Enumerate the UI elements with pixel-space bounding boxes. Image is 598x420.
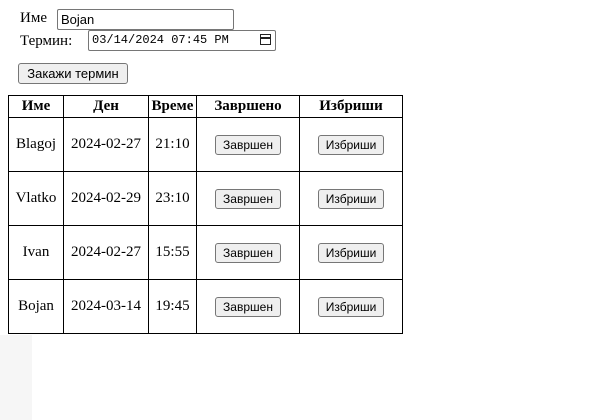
delete-button[interactable]: Избриши <box>317 134 385 155</box>
delete-button[interactable]: Избриши <box>317 242 385 263</box>
cell-time: 19:45 <box>148 279 197 334</box>
done-button[interactable]: Завршен <box>215 242 281 263</box>
table-row: Vlatko 2024-02-29 23:10 Завршен Избриши <box>8 171 403 226</box>
cell-day: 2024-02-29 <box>63 171 149 226</box>
cell-name: Ivan <box>8 225 64 280</box>
cell-delete: Избриши <box>299 225 403 280</box>
term-datetime-input[interactable]: 03/14/2024 07:45 PM <box>88 30 276 51</box>
cell-name: Bojan <box>8 279 64 334</box>
header-done: Завршено <box>196 95 300 118</box>
table-row: Bojan 2024-03-14 19:45 Завршен Избриши <box>8 279 403 334</box>
cell-done: Завршен <box>196 171 300 226</box>
done-button[interactable]: Завршен <box>215 188 281 209</box>
table-row: Blagoj 2024-02-27 21:10 Завршен Избриши <box>8 117 403 172</box>
cell-day: 2024-02-27 <box>63 117 149 172</box>
background-panel <box>0 335 32 420</box>
name-label: Име <box>20 10 47 26</box>
header-day: Ден <box>63 95 149 118</box>
term-value: 03/14/2024 07:45 PM <box>92 33 229 47</box>
cell-name: Vlatko <box>8 171 64 226</box>
cell-time: 23:10 <box>148 171 197 226</box>
cell-name: Blagoj <box>8 117 64 172</box>
cell-delete: Избриши <box>299 117 403 172</box>
table-header-row: Име Ден Време Завршено Избриши <box>8 95 403 118</box>
cell-time: 15:55 <box>148 225 197 280</box>
done-button[interactable]: Завршен <box>215 134 281 155</box>
header-delete: Избриши <box>299 95 403 118</box>
header-time: Време <box>148 95 197 118</box>
calendar-icon[interactable] <box>260 34 271 45</box>
book-appointment-button[interactable]: Закажи термин <box>18 63 128 84</box>
cell-day: 2024-03-14 <box>63 279 149 334</box>
header-name: Име <box>8 95 64 118</box>
cell-done: Завршен <box>196 279 300 334</box>
term-label: Термин: <box>20 33 73 49</box>
done-button[interactable]: Завршен <box>215 296 281 317</box>
table-row: Ivan 2024-02-27 15:55 Завршен Избриши <box>8 225 403 280</box>
cell-done: Завршен <box>196 117 300 172</box>
delete-button[interactable]: Избриши <box>317 188 385 209</box>
delete-button[interactable]: Избриши <box>317 296 385 317</box>
cell-delete: Избриши <box>299 171 403 226</box>
cell-done: Завршен <box>196 225 300 280</box>
appointments-table: Име Ден Време Завршено Избриши Blagoj 20… <box>8 95 403 334</box>
name-input[interactable]: Bojan <box>57 9 234 30</box>
cell-time: 21:10 <box>148 117 197 172</box>
cell-day: 2024-02-27 <box>63 225 149 280</box>
cell-delete: Избриши <box>299 279 403 334</box>
